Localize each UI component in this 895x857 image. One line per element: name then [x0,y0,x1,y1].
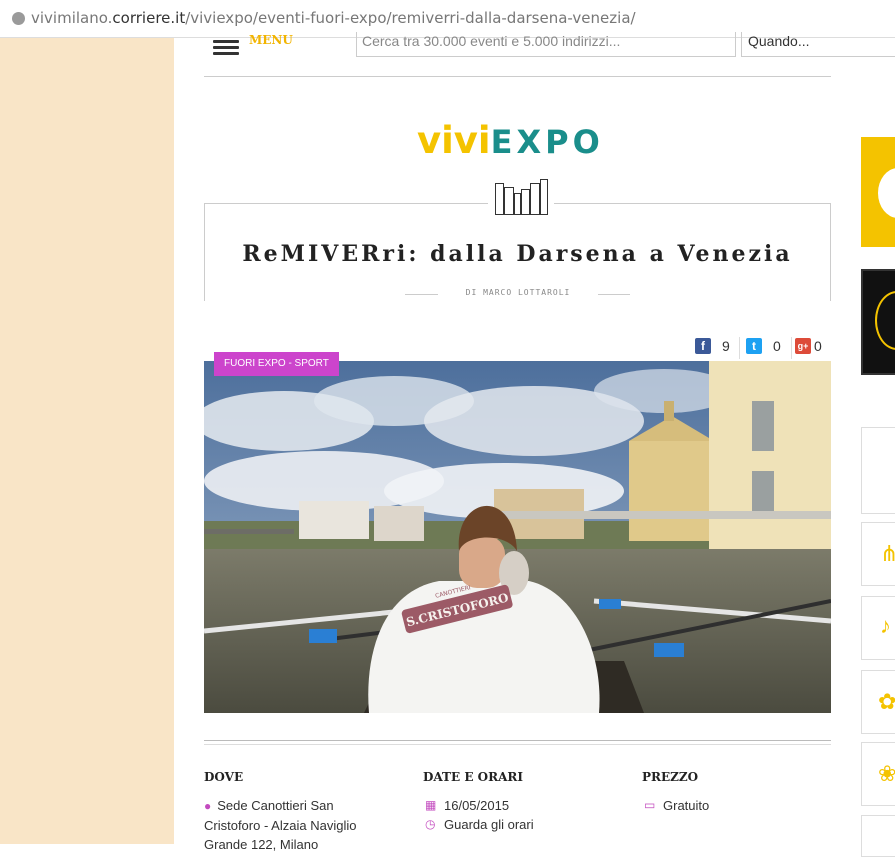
dates-label: DATE E ORARI [423,770,523,784]
sidebar-category-food[interactable]: ⋔ [861,522,895,586]
wallet-icon: ▭ [644,798,656,812]
cutlery-icon: ⋔ [880,541,895,566]
url-path: /viviexpo/eventi-fuori-expo/remiverri-da… [185,9,636,27]
sidebar-category-3[interactable]: ✿ [861,670,895,734]
date-value: 16/05/2015 [444,798,510,813]
googleplus-share[interactable]: g+ 0 [795,337,831,357]
search-placeholder: Cerca tra 30.000 eventi e 5.000 indirizz… [362,33,621,49]
category-icon-4: ❀ [878,761,895,786]
category-badge[interactable]: FUORI EXPO - SPORT [214,352,339,376]
clock-icon: ◷ [425,817,436,831]
top-nav: MENU Cerca tra 30.000 eventi e 5.000 ind… [174,32,895,78]
sidebar-ad-dark[interactable] [861,269,895,375]
sidebar-category-2[interactable]: ♪ [861,596,895,660]
twitter-share[interactable]: t 0 [746,337,786,357]
nav-divider [204,76,831,77]
price-label: PREZZO [642,770,699,784]
category-icon-2: ♪ [880,613,891,638]
googleplus-count: 0 [814,338,822,354]
search-input[interactable]: Cerca tra 30.000 eventi e 5.000 indirizz… [356,32,736,57]
location-pin-icon: ● [204,799,212,813]
category-icon-3: ✿ [878,689,895,714]
when-input[interactable]: Quando... [741,32,895,57]
facebook-count: 9 [722,338,730,354]
where-label: DOVE [204,770,244,784]
url-domain: corriere.it [112,9,186,27]
menu-label[interactable]: MENU [249,33,293,47]
info-dates: DATE E ORARI ▦ 16/05/2015 ◷ Guarda gli o… [423,770,633,834]
twitter-count: 0 [773,338,781,354]
globe-icon [12,12,25,25]
when-placeholder: Quando... [748,33,810,49]
price-value: Gratuito [663,798,710,813]
left-background [0,38,174,844]
sidebar-ad-yellow[interactable] [861,137,895,247]
article-header: ReMIVERri: dalla Darsena a Venezia DI MA… [204,203,831,301]
logo-expo: EXPO [490,123,604,161]
menu-icon[interactable] [213,40,239,55]
info-where: DOVE ● Sede Canottieri San Cristoforo - A… [204,770,414,854]
calendar-icon: ▦ [425,798,437,812]
url-prefix: vivimilano. [31,9,113,27]
viviexpo-logo[interactable]: viviEXPO [417,118,604,165]
twitter-icon: t [746,338,762,354]
article-author: DI MARCO LOTTAROLI [438,288,598,297]
googleplus-icon: g+ [795,338,811,354]
logo-vivi: vivi [417,119,491,162]
url-text[interactable]: vivimilano.corriere.it/viviexpo/eventi-f… [31,9,636,27]
info-price: PREZZO ▭ Gratuito [642,770,852,815]
sidebar-category-4[interactable]: ❀ [861,742,895,806]
sidebar-category-5[interactable] [861,815,895,857]
article-title: ReMIVERri: dalla Darsena a Venezia [242,241,793,267]
info-divider-top [204,740,831,741]
article-photo: S.CRISTOFORO CANOTTIERI [204,361,831,713]
facebook-share[interactable]: f 9 [695,337,745,357]
hours-link[interactable]: Guarda gli orari [444,817,534,832]
sidebar-widget [861,427,895,514]
books-icon [488,179,554,217]
info-divider-bottom [204,744,831,745]
facebook-icon: f [695,338,711,354]
